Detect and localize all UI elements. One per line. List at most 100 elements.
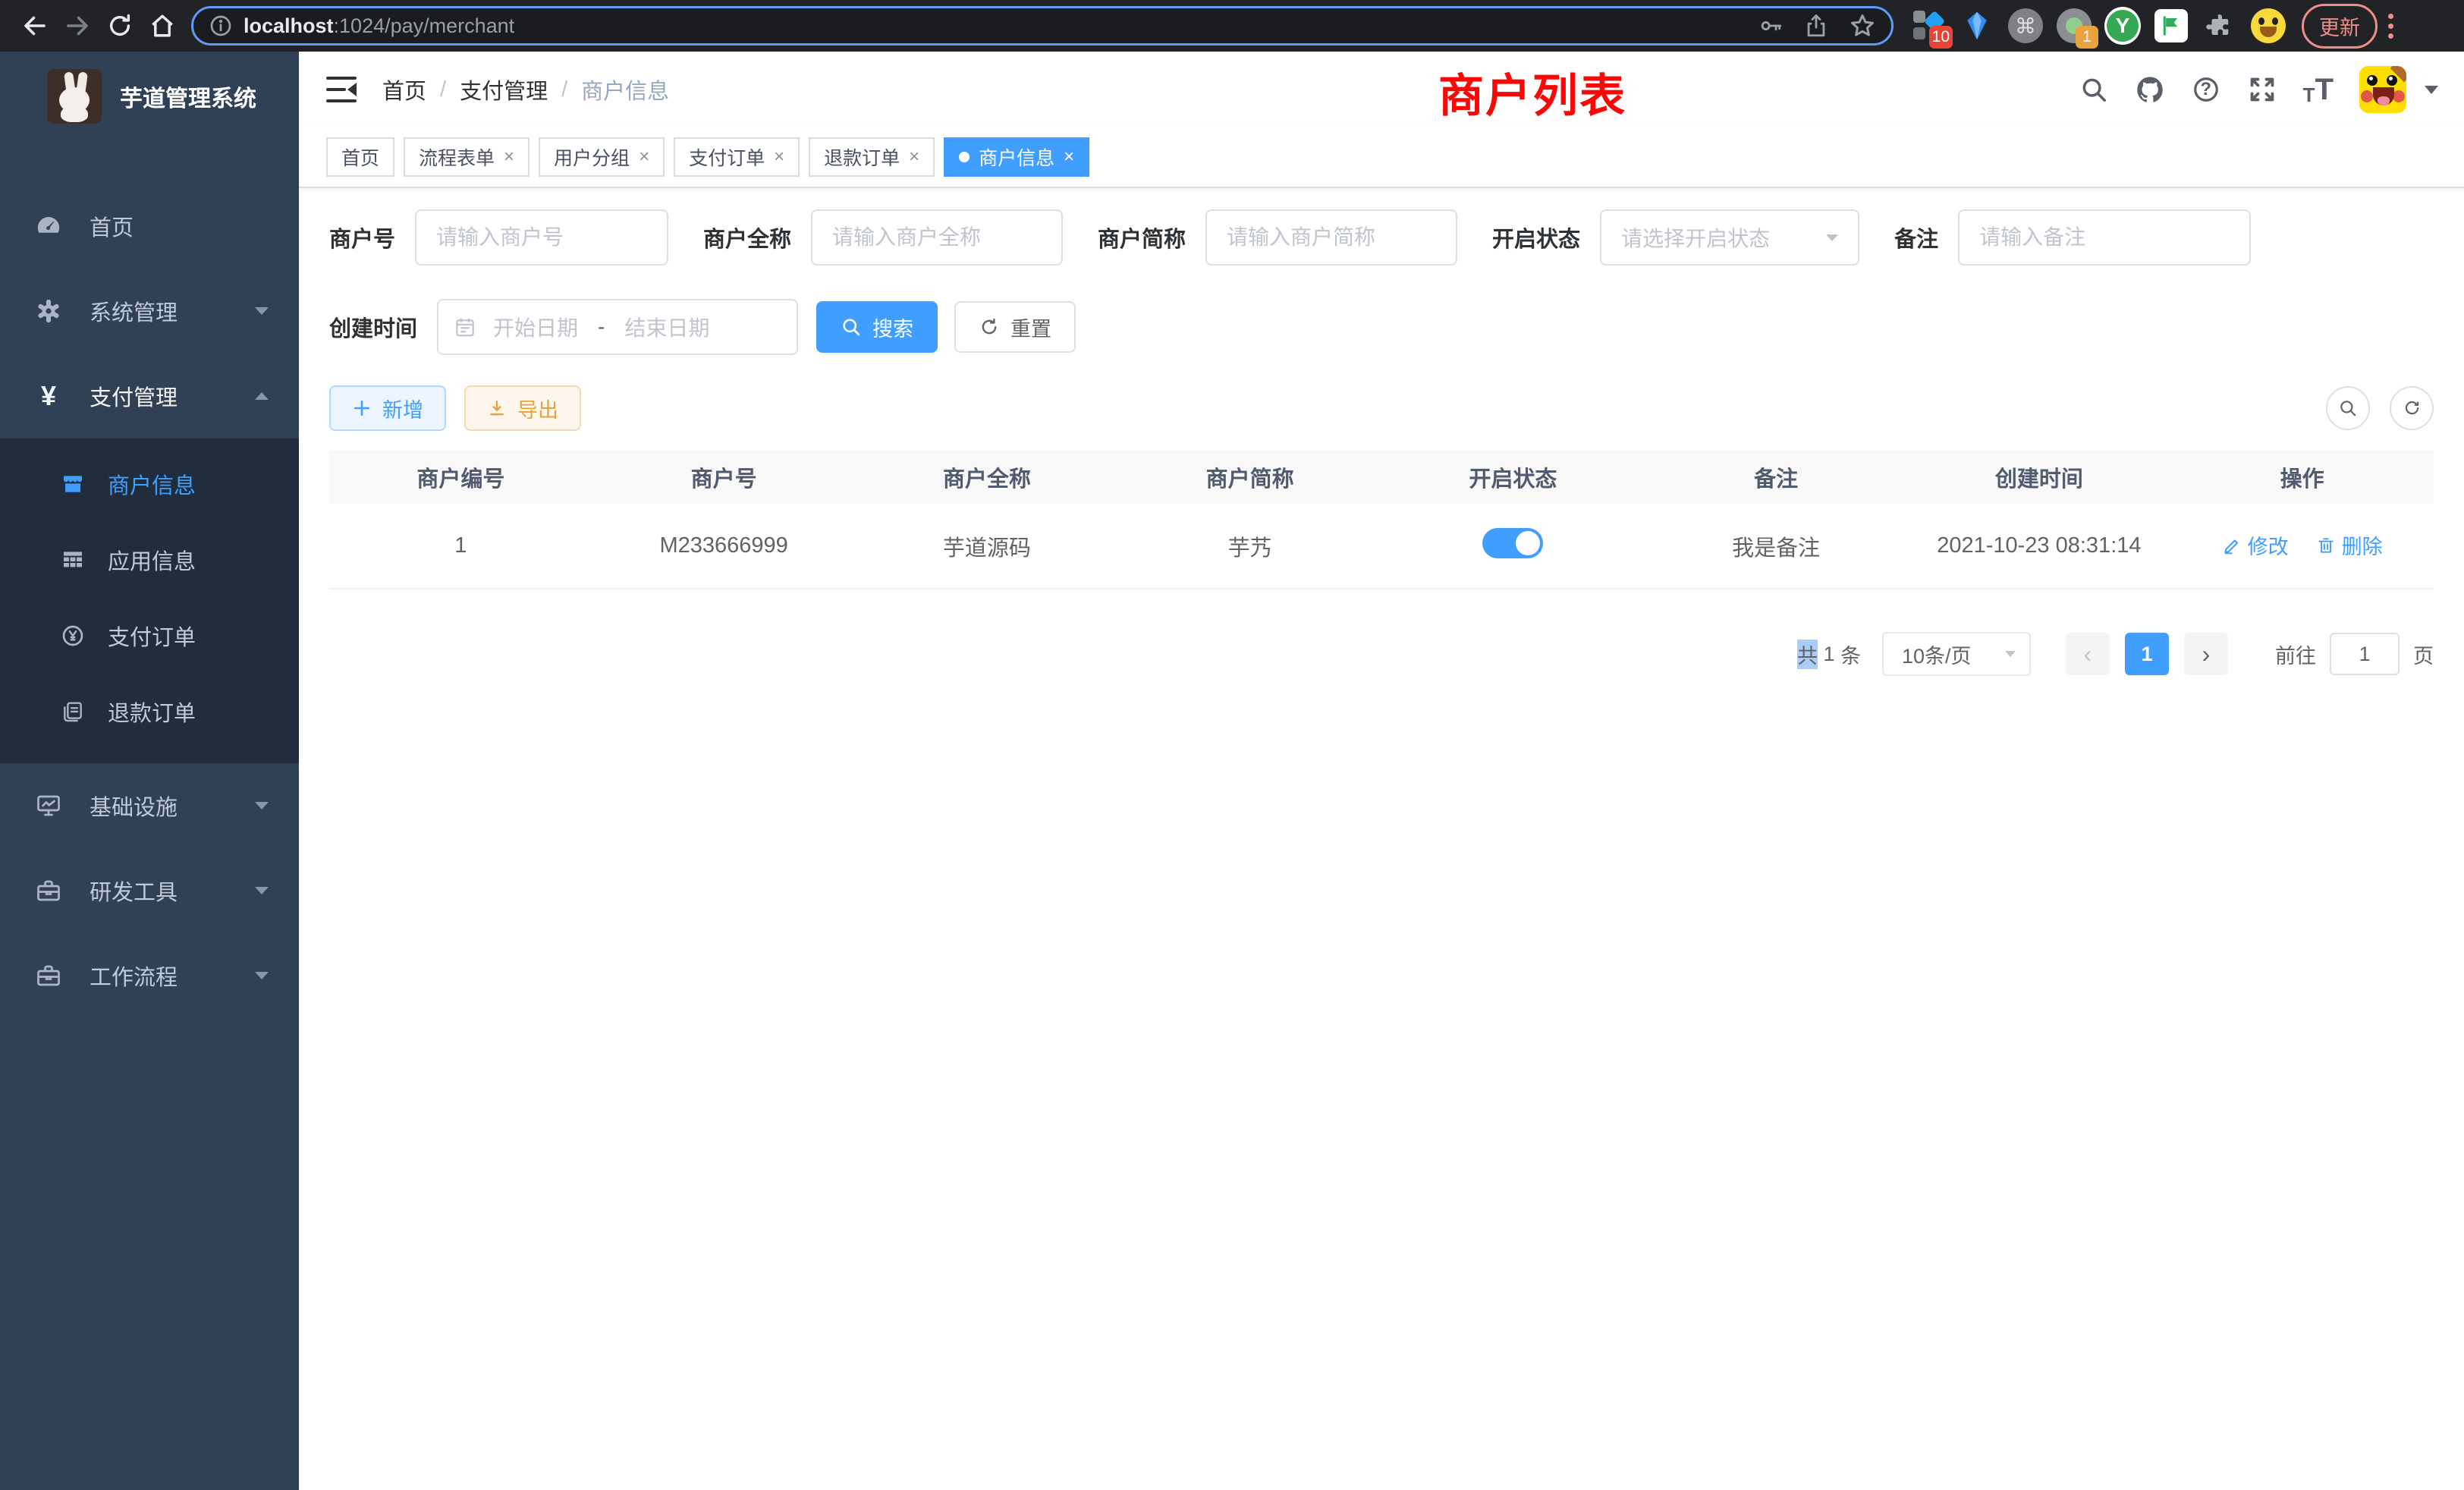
col-remark: 备注 [1645,451,1908,504]
status-select[interactable]: 请选择开启状态 [1600,209,1859,266]
breadcrumb-current: 商户信息 [581,74,669,105]
help-icon[interactable]: ? [2191,74,2221,105]
start-date-placeholder[interactable]: 开始日期 [493,312,578,342]
goto-page-input[interactable] [2330,633,2400,675]
browser-menu-icon[interactable] [2388,14,2393,39]
end-date-placeholder[interactable]: 结束日期 [624,312,709,342]
chevron-down-icon [255,802,269,809]
app-logo[interactable]: 芋道管理系统 [0,52,299,141]
status-label: 开启状态 [1492,222,1580,253]
close-icon[interactable]: × [504,146,514,168]
sidebar-item-system[interactable]: 系统管理 [0,269,299,354]
tab-home[interactable]: 首页 [326,137,394,177]
header-search-icon[interactable] [2079,74,2109,105]
create-time-range-picker[interactable]: 开始日期 - 结束日期 [437,299,798,355]
extensions-puzzle-icon[interactable] [2202,8,2238,44]
tab-pay-order[interactable]: 支付订单× [674,137,800,177]
sidebar-collapse-icon[interactable] [326,77,357,102]
extension-y-icon[interactable]: Y [2104,8,2141,44]
close-icon[interactable]: × [774,146,784,168]
sidebar-item-refund-order[interactable]: 退款订单 [0,674,299,750]
sidebar-item-workflow[interactable]: 工作流程 [0,933,299,1018]
address-bar[interactable]: localhost:1024/pay/merchant [191,6,1894,46]
tab-user-group[interactable]: 用户分组× [539,137,665,177]
cell-short-name: 芋艿 [1118,504,1381,589]
browser-update-button[interactable]: 更新 [2302,4,2378,49]
extension-badge: 1 [2076,26,2098,49]
sidebar-item-label: 研发工具 [90,875,178,907]
browser-home-button[interactable] [141,5,184,47]
sidebar-item-payment[interactable]: ¥ 支付管理 [0,354,299,439]
add-button[interactable]: 新增 [329,385,446,431]
search-button[interactable]: 搜索 [816,301,938,353]
sidebar-item-infrastructure[interactable]: 基础设施 [0,763,299,848]
close-icon[interactable]: × [909,146,919,168]
browser-refresh-button[interactable] [99,5,141,47]
col-merchant-no: 商户号 [592,451,856,504]
tab-process-form[interactable]: 流程表单× [404,137,530,177]
avatar-caret-icon[interactable] [2425,86,2438,94]
chevron-down-icon [255,972,269,979]
user-avatar[interactable] [2359,66,2406,113]
github-icon[interactable] [2135,74,2165,105]
full-name-input[interactable] [811,209,1063,266]
toolbox-icon [33,962,64,989]
extension-recorder-icon[interactable]: 1 [2056,8,2092,44]
gear-icon [33,297,64,325]
extension-gem-icon[interactable] [1959,8,1995,44]
breadcrumb-payment[interactable]: 支付管理 [460,74,548,105]
close-icon[interactable]: × [1064,146,1074,168]
monitor-icon [33,792,64,819]
page-annotation-title: 商户列表 [1438,59,1626,125]
browser-forward-button[interactable] [56,5,99,47]
reset-button[interactable]: 重置 [954,301,1076,353]
payment-submenu: 商户信息 应用信息 支付订单 [0,439,299,763]
font-size-icon[interactable]: TT [2303,73,2334,107]
download-icon [487,398,507,418]
page-size-select[interactable]: 10条/页 [1882,632,2031,676]
col-status: 开启状态 [1381,451,1645,504]
sidebar-item-home[interactable]: 首页 [0,184,299,269]
page-number-1[interactable]: 1 [2125,633,2169,675]
delete-link[interactable]: 删除 [2316,530,2383,560]
sidebar-item-app-info[interactable]: 应用信息 [0,522,299,598]
plus-icon [352,398,372,418]
site-info-icon[interactable] [209,14,233,38]
extension-command-icon[interactable]: ⌘ [2007,8,2044,44]
show-search-toggle-button[interactable] [2326,386,2370,430]
tab-merchant-info[interactable]: 商户信息× [944,137,1089,177]
col-short-name: 商户简称 [1118,451,1381,504]
prev-page-button[interactable]: ‹ [2066,633,2110,675]
sidebar-item-dev-tools[interactable]: 研发工具 [0,848,299,933]
breadcrumb-home[interactable]: 首页 [382,74,426,105]
toolbox-icon [33,877,64,904]
pagination-total: 共 1 条 [1797,640,1861,669]
remark-input[interactable] [1958,209,2251,266]
bookmark-star-icon[interactable] [1849,12,1876,39]
share-icon[interactable] [1803,13,1829,39]
sidebar-item-pay-order[interactable]: 支付订单 [0,598,299,674]
password-key-icon[interactable] [1758,13,1784,39]
chevron-down-icon [255,887,269,894]
next-page-button[interactable]: › [2184,633,2228,675]
tab-refund-order[interactable]: 退款订单× [809,137,935,177]
cell-actions: 修改 删除 [2170,504,2434,589]
extension-flag-icon[interactable] [2153,8,2189,44]
table-row: 1 M233666999 芋道源码 芋艿 我是备注 2021-10-23 08:… [329,504,2434,589]
export-button[interactable]: 导出 [464,385,581,431]
sidebar-item-merchant-info[interactable]: 商户信息 [0,446,299,522]
refresh-table-button[interactable] [2390,386,2434,430]
status-toggle[interactable] [1482,528,1543,558]
browser-toolbar: localhost:1024/pay/merchant 10 ⌘ 1 [0,0,2464,52]
extension-tabs-icon[interactable]: 10 [1910,8,1947,44]
close-icon[interactable]: × [639,146,649,168]
merchant-no-input[interactable] [415,209,668,266]
edit-link[interactable]: 修改 [2222,530,2289,560]
fullscreen-icon[interactable] [2247,74,2277,105]
top-navbar: 首页 / 支付管理 / 商户信息 商户列表 ? [299,52,2464,127]
extension-emoji-icon[interactable] [2250,8,2286,44]
browser-back-button[interactable] [14,5,56,47]
chevron-down-icon [2005,651,2016,657]
short-name-input[interactable] [1205,209,1457,266]
merchant-table: 商户编号 商户号 商户全称 商户简称 开启状态 备注 创建时间 操作 1 M23… [329,451,2434,589]
